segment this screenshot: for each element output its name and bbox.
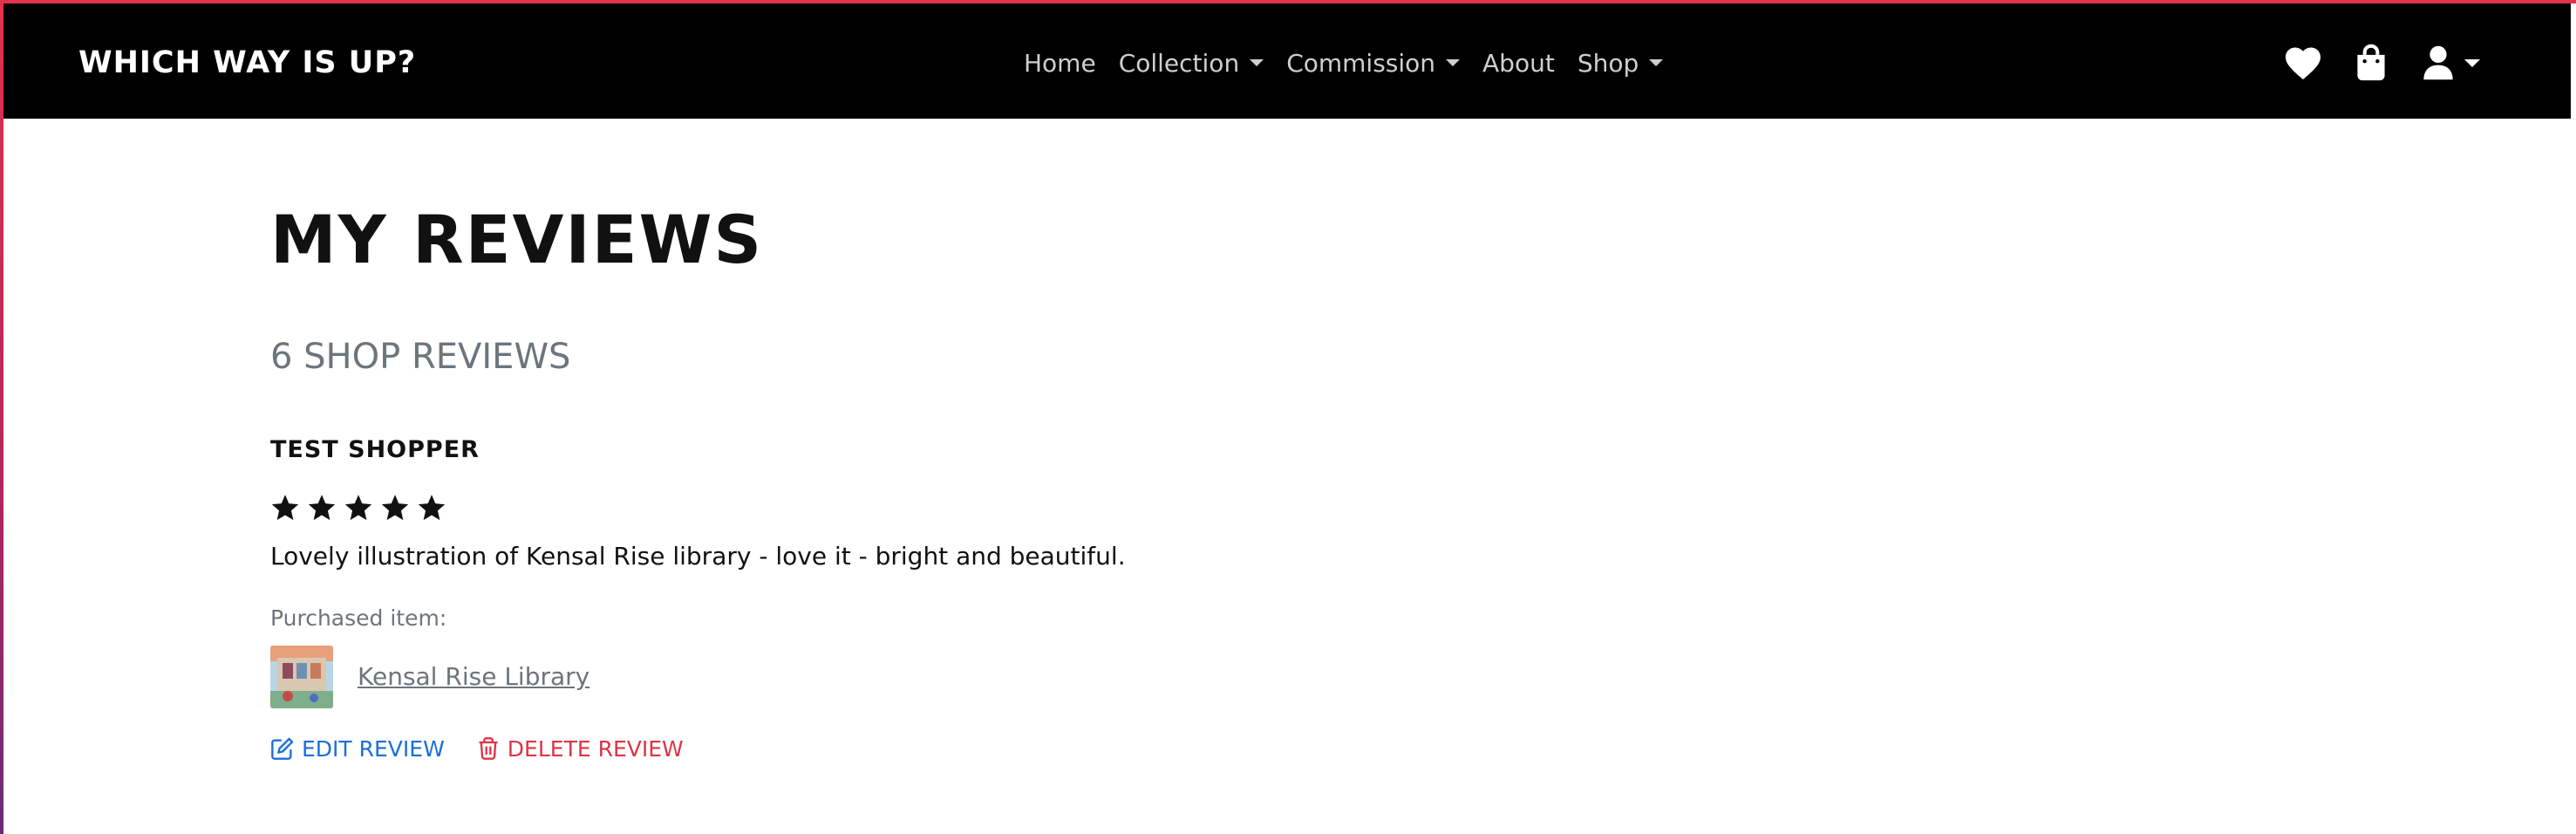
- window-left-edge: [0, 0, 3, 834]
- star-icon: [381, 495, 409, 521]
- nav-collection-label: Collection: [1118, 48, 1240, 78]
- nav-commission-label: Commission: [1286, 48, 1436, 78]
- nav-home-label: Home: [1024, 48, 1096, 78]
- nav-home[interactable]: Home: [1024, 49, 1096, 78]
- edit-icon: [271, 737, 294, 760]
- star-icon: [344, 495, 372, 521]
- delete-review-label: DELETE REVIEW: [507, 735, 684, 762]
- edit-review-button[interactable]: EDIT REVIEW: [270, 736, 445, 762]
- nav-links: Home Collection Commission About Shop: [1024, 35, 1664, 91]
- edit-review-label: EDIT REVIEW: [302, 735, 445, 762]
- star-icon: [308, 495, 336, 521]
- reviewer-name: Test Shopper: [270, 436, 480, 463]
- brand-logo[interactable]: Which Way Is Up?: [78, 38, 416, 87]
- shopping-bag-icon[interactable]: [2351, 38, 2391, 87]
- nav-shop-dropdown[interactable]: Shop: [1577, 48, 1664, 78]
- caret-down-icon: [1446, 59, 1461, 66]
- nav-shop-label: Shop: [1577, 48, 1639, 78]
- page-title: My Reviews: [270, 201, 764, 278]
- nav-icons: [2281, 38, 2480, 87]
- user-menu-caret-icon[interactable]: [2464, 58, 2480, 67]
- delete-review-button[interactable]: DELETE REVIEW: [476, 736, 684, 762]
- product-link[interactable]: Kensal Rise Library: [358, 660, 589, 694]
- star-icon: [271, 495, 299, 521]
- review-actions: EDIT REVIEW DELETE REVIEW: [270, 731, 684, 766]
- caret-down-icon: [1250, 59, 1264, 66]
- nav-collection-dropdown[interactable]: Collection: [1119, 49, 1264, 78]
- nav-about[interactable]: About: [1482, 49, 1555, 78]
- navbar: Which Way Is Up? Home Collection Commiss…: [3, 3, 2571, 119]
- caret-down-icon: [1649, 59, 1664, 66]
- user-icon[interactable]: [2419, 38, 2457, 87]
- product-thumbnail[interactable]: [270, 646, 333, 708]
- star-icon: [418, 495, 446, 521]
- trash-icon: [479, 737, 498, 760]
- review-count: 6 SHOP REVIEWS: [270, 337, 571, 377]
- heart-icon[interactable]: [2281, 38, 2325, 87]
- nav-about-label: About: [1482, 48, 1555, 78]
- nav-commission-dropdown[interactable]: Commission: [1286, 48, 1461, 78]
- purchased-item-label: Purchased item:: [270, 605, 447, 631]
- review-text: Lovely illustration of Kensal Rise libra…: [270, 542, 1126, 571]
- star-rating: [270, 492, 446, 527]
